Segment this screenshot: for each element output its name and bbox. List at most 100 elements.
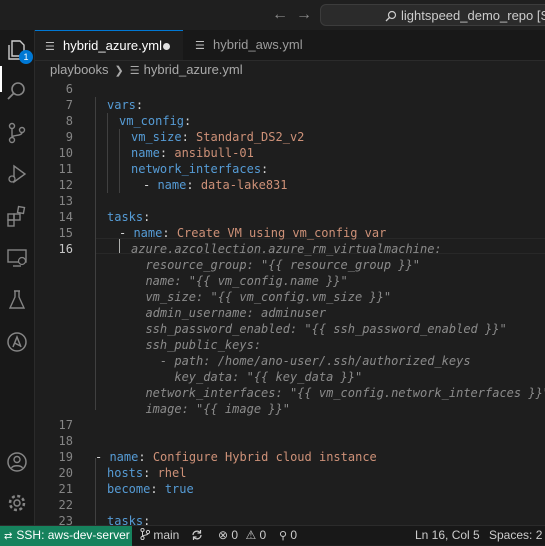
explorer-icon[interactable]: 1 <box>5 38 33 64</box>
ports-count: 0 <box>290 528 298 542</box>
line-number: 22 <box>58 498 73 512</box>
error-count: 0 <box>231 528 239 542</box>
breadcrumb-file[interactable]: hybrid_azure.yml <box>144 62 243 77</box>
yaml-key: name <box>133 226 163 240</box>
source-control-icon[interactable] <box>5 121 29 145</box>
yaml-key: name <box>157 178 187 192</box>
file-lines-icon: ☰ <box>45 40 55 53</box>
remote-label: SSH: aws-dev-server <box>16 528 130 542</box>
line-number: 16 <box>58 242 73 256</box>
file-lines-icon: ☰ <box>129 64 140 77</box>
remote-icon: ⇄ <box>4 531 13 542</box>
inline-suggestion: key_data: "{{ key_data }}" <box>131 370 363 384</box>
yaml-key: become <box>107 482 151 496</box>
search-icon[interactable] <box>5 79 29 103</box>
problems-status[interactable]: ⊗ 0 ⚠ 0 <box>218 526 266 546</box>
yaml-value: Standard_DS2_v2 <box>196 130 305 144</box>
chevron-right-icon: ❯ <box>114 65 124 77</box>
breadcrumb: playbooks ❯ ☰ hybrid_azure.yml <box>50 60 243 80</box>
activity-bar: 1 <box>0 30 35 525</box>
yaml-dash: - <box>95 450 110 464</box>
explorer-badge: 1 <box>19 50 33 64</box>
inline-suggestion: image: "{{ image }}" <box>131 402 290 416</box>
line-number: 17 <box>58 418 73 432</box>
line-number: 21 <box>58 482 73 496</box>
yaml-value: true <box>164 482 194 496</box>
yaml-key: name <box>109 450 139 464</box>
line-number: 9 <box>65 130 73 144</box>
yaml-value: Create VM using vm_config var <box>176 226 387 240</box>
yaml-key: tasks <box>107 210 144 224</box>
line-number: 7 <box>65 98 73 112</box>
indentation-status[interactable]: Spaces: 2 <box>489 526 542 546</box>
git-branch-icon <box>140 527 151 541</box>
yaml-key: network_interfaces <box>131 162 262 176</box>
line-number: 6 <box>65 82 73 96</box>
active-view-indicator <box>0 66 2 92</box>
remote-indicator[interactable]: ⇄ SSH: aws-dev-server <box>0 526 132 546</box>
text-cursor <box>119 239 120 253</box>
testing-icon[interactable] <box>5 288 29 312</box>
inline-suggestion: - path: /home/ano-user/.ssh/authorized_k… <box>131 354 471 368</box>
line-number: 11 <box>58 162 73 176</box>
ports-icon: ⚲ <box>279 529 288 542</box>
line-number: 12 <box>58 178 73 192</box>
forward-arrow-icon[interactable]: → <box>296 6 312 24</box>
status-bar: ⇄ SSH: aws-dev-server main ⊗ 0 ⚠ 0 ⚲ 0 Ln… <box>0 525 545 546</box>
tab-hybrid-aws[interactable]: ☰ hybrid_aws.yml <box>185 30 345 60</box>
indent-guide <box>95 97 96 410</box>
code-editor[interactable]: 6 7 vars: 8 vm_config: 9 vm_size: Standard_… <box>35 81 545 528</box>
search-icon <box>385 10 397 22</box>
settings-gear-icon[interactable] <box>5 491 29 515</box>
yaml-key: vars <box>107 98 136 112</box>
yaml-dash: - <box>119 226 134 240</box>
yaml-value: data-lake831 <box>200 178 288 192</box>
back-arrow-icon[interactable]: ← <box>272 6 288 24</box>
tab-label: hybrid_azure.yml <box>63 38 162 53</box>
account-icon[interactable] <box>5 450 29 474</box>
line-number: 19 <box>58 450 73 464</box>
line-number: 8 <box>65 114 73 128</box>
inline-suggestion: ssh_public_keys: <box>131 338 262 352</box>
command-center-search[interactable]: lightspeed_demo_repo [SSH: <box>320 4 545 26</box>
inline-suggestion: network_interfaces: "{{ vm_config.networ… <box>131 386 545 400</box>
indentation-label: Spaces: 2 <box>489 528 543 542</box>
inline-suggestion: vm_size: "{{ vm_config.vm_size }}" <box>131 290 392 304</box>
line-number: 20 <box>58 466 73 480</box>
ansible-icon[interactable] <box>5 330 29 354</box>
inline-suggestion: name: "{{ vm_config.name }}" <box>131 274 348 288</box>
breadcrumb-folder[interactable]: playbooks <box>50 62 109 77</box>
title-bar: ← → lightspeed_demo_repo [SSH: <box>0 0 545 30</box>
line-number: 15 <box>58 226 73 240</box>
indent-guide <box>119 129 120 193</box>
sync-icon[interactable] <box>191 526 203 546</box>
indent-guide <box>95 458 96 525</box>
line-number: 18 <box>58 434 73 448</box>
yaml-dash: - <box>143 178 158 192</box>
inline-suggestion: resource_group: "{{ resource_group }}" <box>131 258 420 272</box>
indent-guide <box>107 113 108 193</box>
remote-explorer-icon[interactable] <box>5 246 29 270</box>
error-icon: ⊗ <box>218 528 229 542</box>
yaml-key: name <box>131 146 160 160</box>
extensions-icon[interactable] <box>5 204 29 228</box>
line-number: 10 <box>58 146 73 160</box>
yaml-key: vm_config <box>119 114 185 128</box>
yaml-key: vm_size <box>131 130 182 144</box>
inline-suggestion[interactable]: azure.azcollection.azure_rm_virtualmachi… <box>131 241 442 257</box>
run-debug-icon[interactable] <box>5 162 29 186</box>
branch-label: main <box>153 528 180 542</box>
cursor-position[interactable]: Ln 16, Col 5 <box>415 526 480 546</box>
yaml-value: rhel <box>157 466 187 480</box>
tab-hybrid-azure[interactable]: ☰ hybrid_azure.yml <box>35 30 183 60</box>
inline-suggestion: ssh_password_enabled: "{{ ssh_password_e… <box>131 322 507 336</box>
tab-label: hybrid_aws.yml <box>213 37 303 52</box>
unsaved-dot-icon[interactable] <box>163 43 170 50</box>
file-lines-icon: ☰ <box>195 39 205 52</box>
line-number: 14 <box>58 210 73 224</box>
search-text: lightspeed_demo_repo [SSH: <box>401 8 545 23</box>
yaml-value: ansibull-01 <box>174 146 254 160</box>
ports-status[interactable]: ⚲ 0 <box>279 526 297 546</box>
warning-count: 0 <box>259 528 267 542</box>
branch-status[interactable]: main <box>140 526 179 546</box>
